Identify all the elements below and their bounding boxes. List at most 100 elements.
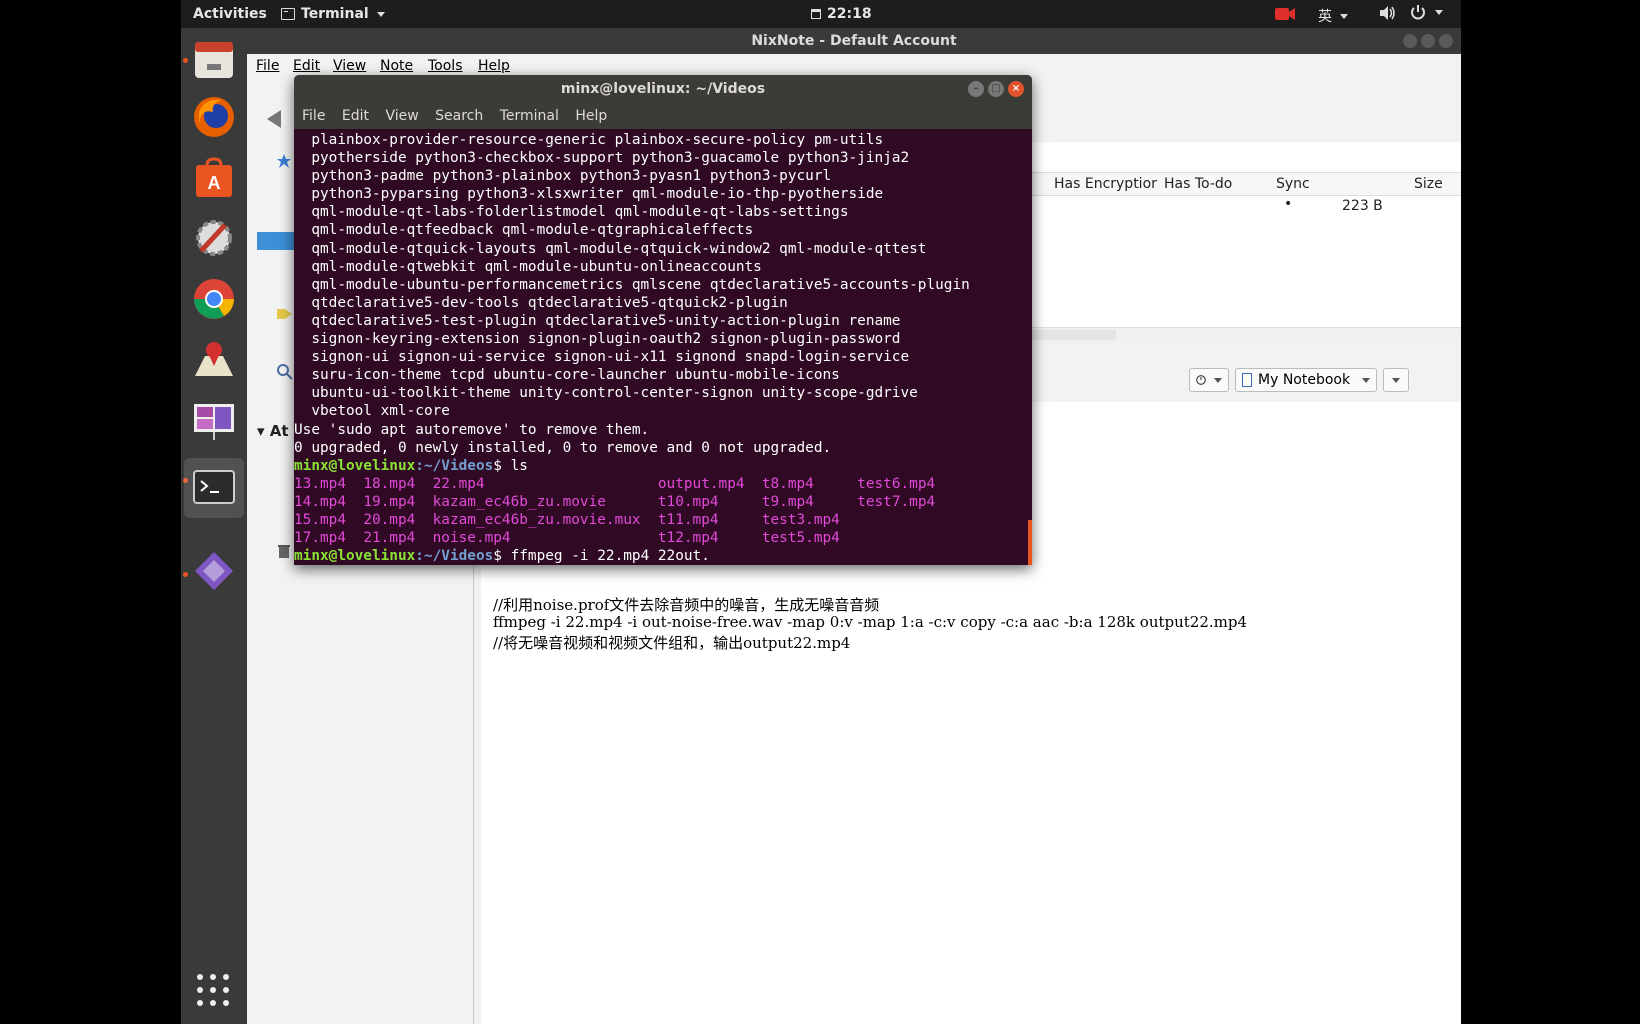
terminal-line: plainbox-provider-resource-generic plain…	[294, 132, 884, 148]
terminal-line: qml-module-ubuntu-performancemetrics qml…	[294, 276, 970, 293]
clock-icon	[1196, 375, 1206, 385]
terminal-close-button[interactable]: ×	[1008, 81, 1024, 97]
col-sync[interactable]: Sync	[1276, 176, 1310, 192]
ls-file-entry	[857, 530, 944, 546]
menu-file[interactable]: File	[256, 58, 279, 74]
terminal-maximize-button[interactable]: □	[988, 81, 1004, 97]
calendar-icon	[811, 9, 821, 19]
ls-file-entry: noise.mp4	[432, 530, 658, 547]
ls-output-row: 15.mp4 20.mp4 kazam_ec46b_zu.movie.mux t…	[294, 511, 1032, 529]
settings-tools-icon[interactable]	[191, 215, 237, 261]
star-icon[interactable]	[277, 154, 291, 168]
terminal-icon	[193, 470, 235, 504]
maximize-button[interactable]	[1421, 34, 1435, 48]
ls-file-entry: 18.mp4	[363, 475, 433, 492]
nixnote-titlebar[interactable]: NixNote - Default Account	[247, 28, 1461, 54]
terminal-scrollbar[interactable]	[1028, 520, 1032, 565]
notebook-select-label: My Notebook	[1258, 372, 1351, 388]
activities-button[interactable]: Activities	[193, 6, 267, 22]
terminal-minimize-button[interactable]: –	[968, 81, 984, 97]
terminal-line: suru-icon-theme tcpd ubuntu-core-launche…	[294, 367, 840, 384]
ls-file-entry: t8.mp4	[761, 475, 858, 492]
terminal-menu-file[interactable]: File	[302, 103, 325, 129]
firefox-icon[interactable]	[191, 94, 237, 140]
input-method-menu[interactable]: 英	[1318, 6, 1348, 26]
chrome-icon[interactable]	[191, 276, 237, 322]
ls-file-entry: 17.mp4	[294, 530, 364, 547]
terminal-line: python3-pyparsing python3-xlsxwriter qml…	[294, 186, 884, 203]
ls-file-entry: test5.mp4	[761, 530, 858, 547]
trash-icon[interactable]	[277, 542, 291, 558]
system-menu[interactable]	[1409, 3, 1443, 21]
show-applications-icon[interactable]	[197, 974, 231, 1008]
col-has-encryption[interactable]: Has Encryptior	[1054, 176, 1157, 192]
terminal-menu-edit[interactable]: Edit	[342, 103, 369, 129]
menu-view[interactable]: View	[333, 58, 366, 74]
ls-file-entry: 21.mp4	[363, 530, 433, 547]
running-indicator	[183, 58, 188, 63]
terminal-menu-help[interactable]: Help	[575, 103, 607, 129]
sidebar-attributes-label[interactable]: ▾ At	[257, 422, 289, 440]
maps-icon[interactable]	[191, 336, 237, 382]
menu-help[interactable]: Help	[478, 58, 510, 74]
back-arrow-icon[interactable]	[267, 110, 281, 128]
files-icon[interactable]	[191, 36, 237, 82]
minimize-button[interactable]	[1403, 34, 1417, 48]
terminal-prompt-line: minx@lovelinux:~/Videos$ ls	[294, 457, 1032, 475]
terminal-line: qml-module-qtfeedback qml-module-qtgraph…	[294, 222, 754, 239]
terminal-menu-view[interactable]: View	[385, 103, 418, 129]
notebook-select[interactable]: My Notebook	[1235, 368, 1377, 392]
dock: A	[181, 28, 247, 1024]
ls-file-entry: t9.mp4	[761, 493, 858, 510]
notebook-icon	[1242, 373, 1252, 387]
editor-line: //利用noise.prof文件去除音频中的噪音，生成无噪音音频	[493, 596, 880, 614]
sidebar-selected-item[interactable]	[257, 232, 297, 250]
more-options-button[interactable]	[1383, 368, 1409, 392]
app-menu[interactable]: Terminal	[281, 6, 385, 22]
clock[interactable]: 22:18	[811, 6, 872, 22]
chevron-down-icon	[1362, 377, 1370, 383]
ls-file-entry: 19.mp4	[363, 493, 433, 510]
ls-file-entry	[857, 512, 944, 528]
terminal-line: qml-module-qt-labs-folderlistmodel qml-m…	[294, 204, 849, 221]
chevron-down-icon	[1435, 9, 1443, 15]
editor-line: //将无噪音视频和视频文件组和，输出output22.mp4	[493, 634, 851, 652]
search-icon[interactable]	[277, 364, 293, 380]
ls-file-entry: test7.mp4	[857, 493, 944, 510]
prompt-command: $ ffmpeg -i 22.mp4 22out.	[493, 548, 710, 565]
terminal-output[interactable]: plainbox-provider-resource-generic plain…	[294, 129, 1032, 565]
note-sync-value: •	[1284, 196, 1293, 212]
chevron-down-icon	[1214, 377, 1222, 383]
terminal-menu-terminal[interactable]: Terminal	[500, 103, 559, 129]
ls-file-entry: 14.mp4	[294, 493, 364, 510]
tag-icon[interactable]	[277, 307, 293, 321]
ls-file-entry: t11.mp4	[657, 511, 762, 528]
clock-label: 22:18	[827, 6, 872, 22]
running-indicator	[183, 572, 188, 577]
reminder-button[interactable]	[1189, 368, 1229, 392]
screen-record-icon[interactable]	[1274, 7, 1296, 21]
terminal-dock-slot[interactable]	[184, 458, 244, 518]
volume-icon[interactable]	[1378, 4, 1396, 22]
chevron-down-icon	[1340, 13, 1348, 19]
menu-note[interactable]: Note	[380, 58, 413, 74]
terminal-titlebar[interactable]: minx@lovelinux: ~/Videos – □ ×	[294, 75, 1032, 103]
close-button[interactable]	[1439, 34, 1453, 48]
menu-edit[interactable]: Edit	[293, 58, 320, 74]
menu-tools[interactable]: Tools	[428, 58, 463, 74]
horizontal-scrollbar[interactable]	[996, 327, 1461, 342]
ls-file-entry: output.mp4	[657, 475, 762, 492]
ls-file-entry: 20.mp4	[363, 511, 433, 528]
ls-file-entry: 22.mp4	[432, 475, 658, 492]
presentation-icon[interactable]	[191, 398, 237, 444]
col-has-todo[interactable]: Has To-do	[1164, 176, 1232, 192]
col-size[interactable]: Size	[1414, 176, 1443, 192]
terminal-line: qtdeclarative5-dev-tools qtdeclarative5-…	[294, 294, 788, 311]
software-center-icon[interactable]: A	[191, 155, 237, 201]
prompt-path: :~/Videos	[415, 457, 494, 474]
power-icon	[1411, 5, 1425, 20]
terminal-line: python3-padme python3-plainbox python3-p…	[294, 168, 832, 185]
atom-icon[interactable]	[191, 548, 237, 594]
prompt-path: :~/Videos	[415, 548, 494, 565]
terminal-menu-search[interactable]: Search	[435, 103, 483, 129]
